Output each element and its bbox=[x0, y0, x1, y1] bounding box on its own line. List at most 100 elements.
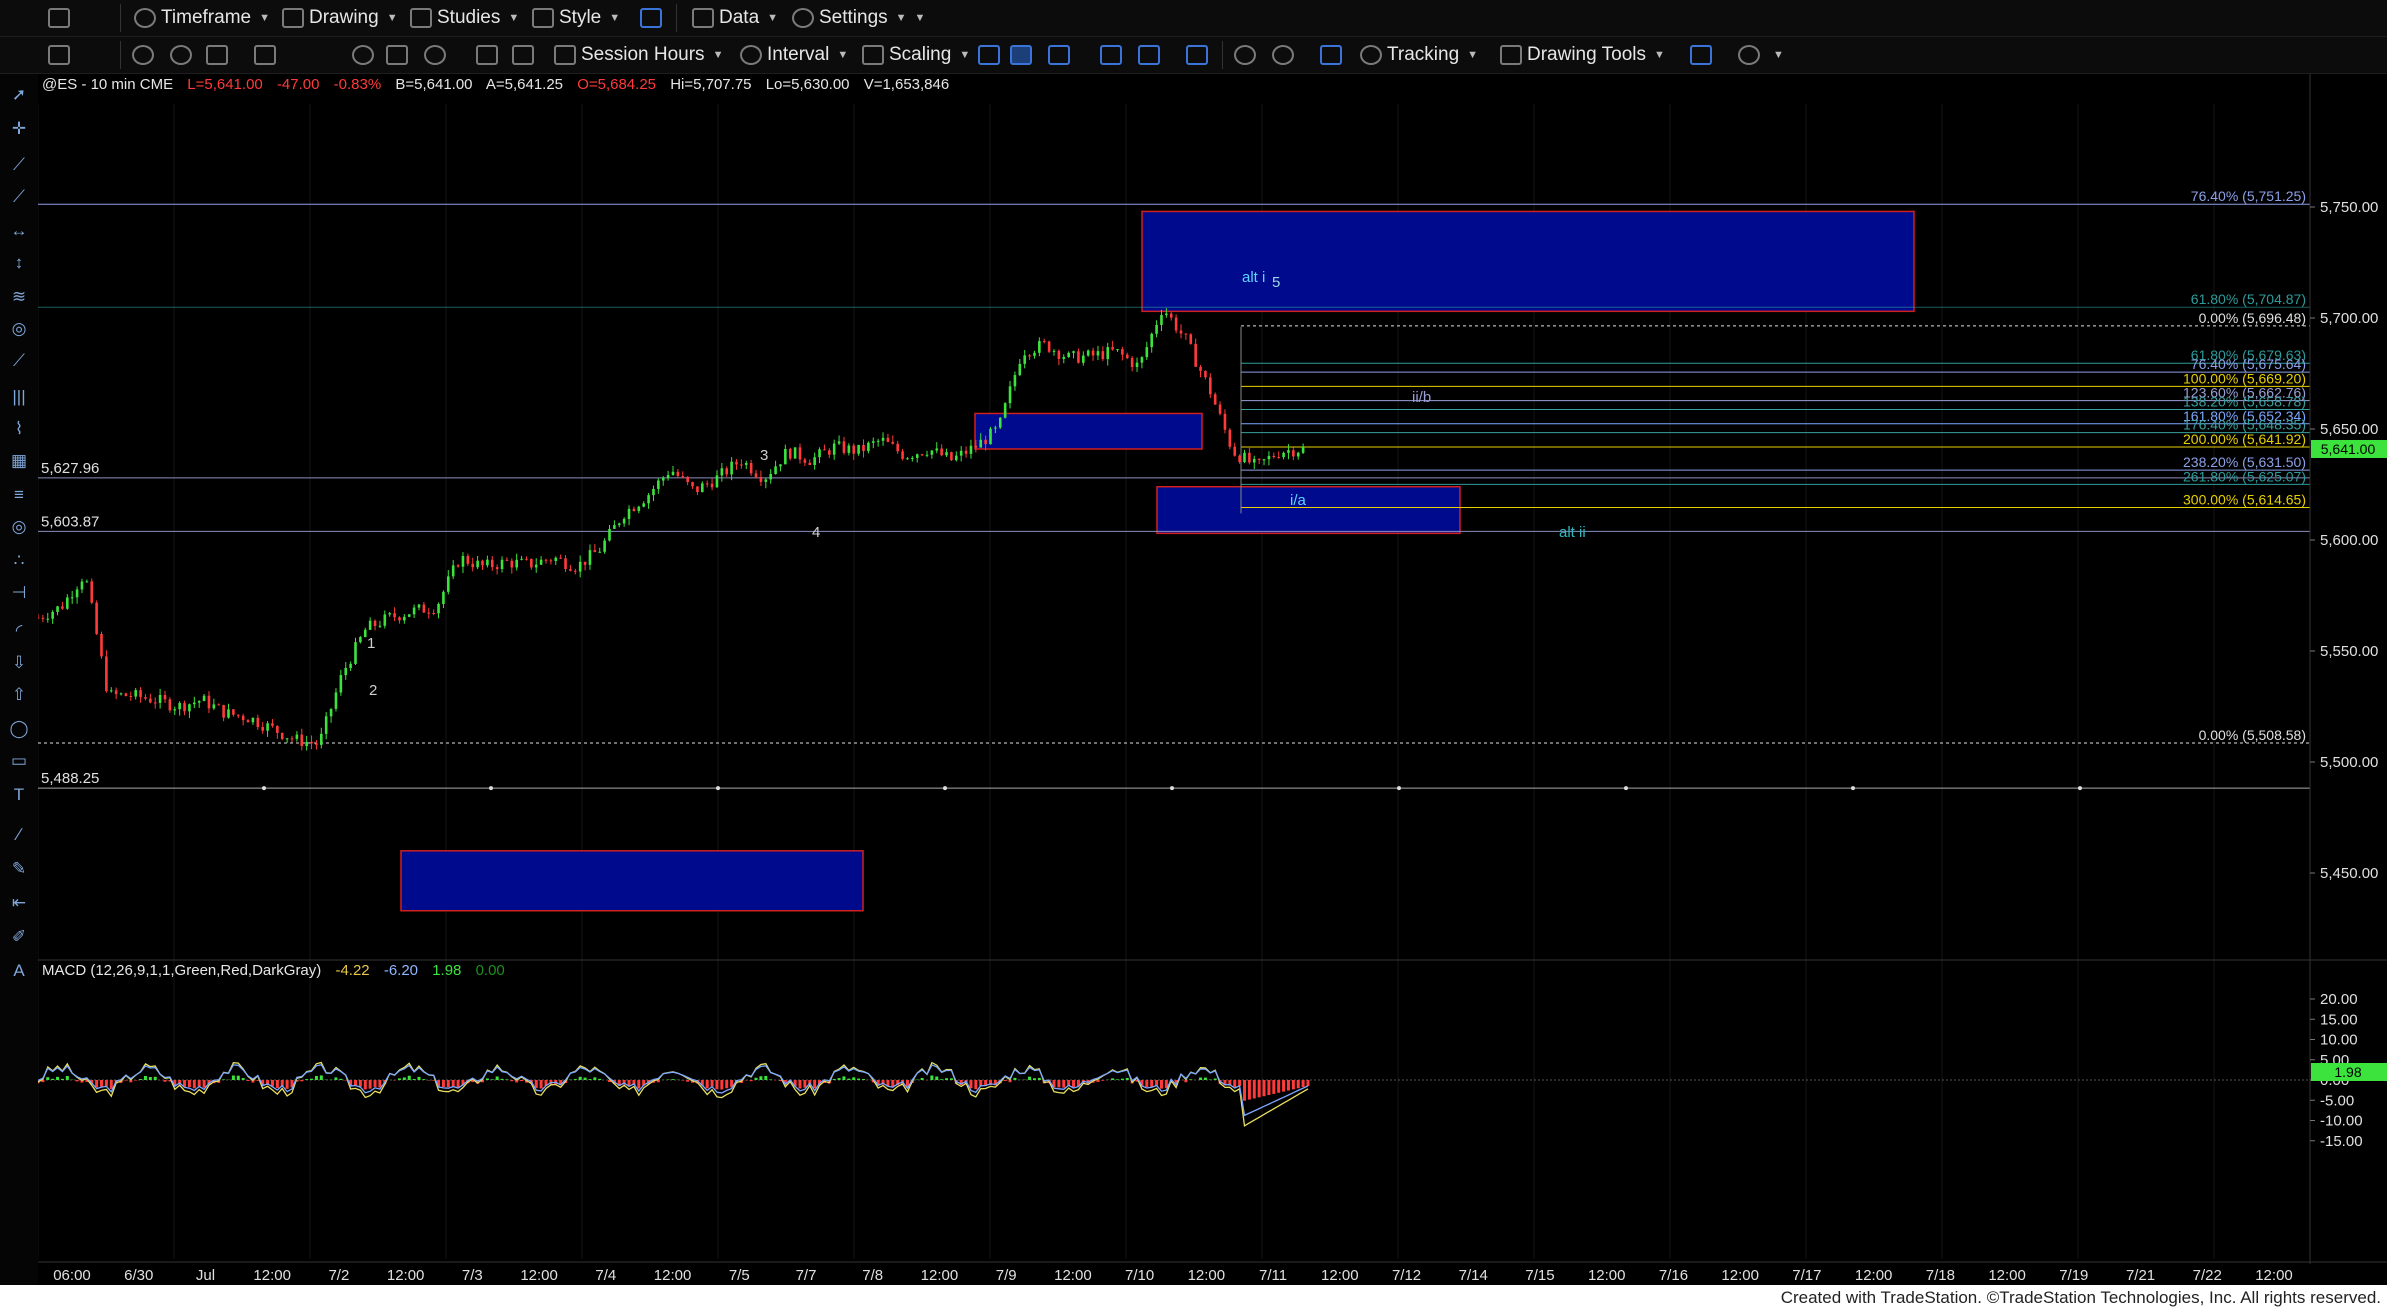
layout-toggle-button[interactable] bbox=[1186, 43, 1213, 67]
bar-chart-button[interactable] bbox=[978, 43, 1005, 67]
ray-icon[interactable]: ⟋ bbox=[8, 186, 30, 208]
candle-body bbox=[442, 591, 445, 604]
drawing-menu[interactable]: Drawing ▼ bbox=[282, 6, 398, 30]
arc-icon[interactable]: ◜ bbox=[8, 620, 30, 642]
interval-menu[interactable]: Interval ▼ bbox=[740, 43, 848, 67]
vertical-line-icon[interactable]: ↕ bbox=[8, 252, 30, 274]
current-price-label: 5,641.00 bbox=[2321, 441, 2376, 457]
tracking-menu[interactable]: Tracking ▼ bbox=[1360, 43, 1478, 67]
candle-body bbox=[251, 717, 255, 723]
macd-histogram-bar bbox=[681, 1080, 685, 1081]
erase-icon[interactable]: ✎ bbox=[8, 858, 30, 880]
rectangle-icon[interactable]: ▭ bbox=[8, 750, 30, 772]
macd-histogram-bar bbox=[1159, 1080, 1163, 1089]
session-hours-menu[interactable]: Session Hours ▼ bbox=[554, 43, 723, 67]
macd-avg-value: -6.20 bbox=[384, 962, 418, 979]
time-tick-label: 7/7 bbox=[796, 1267, 817, 1284]
macd-histogram-bar bbox=[163, 1080, 167, 1082]
hollow-candle-button[interactable] bbox=[1048, 43, 1075, 67]
indicator-button[interactable] bbox=[476, 43, 503, 67]
settings-label: Settings bbox=[819, 7, 888, 28]
data-menu[interactable]: Data ▼ bbox=[692, 6, 778, 30]
window-menu-button[interactable] bbox=[48, 6, 75, 30]
fib-extension-icon[interactable]: ⌇ bbox=[8, 418, 30, 440]
candle-body bbox=[759, 477, 763, 482]
andrews-icon[interactable]: ⊣ bbox=[8, 582, 30, 604]
speed-lines-icon[interactable]: ≡ bbox=[8, 484, 30, 506]
timeframe-menu[interactable]: Timeframe ▼ bbox=[134, 6, 270, 30]
arrow-down-icon[interactable]: ⇩ bbox=[8, 652, 30, 674]
candle-body bbox=[749, 462, 753, 474]
zoom-out-button[interactable] bbox=[1272, 43, 1299, 67]
time-tick-label: 7/21 bbox=[2126, 1267, 2155, 1284]
extend-icon[interactable]: ⇤ bbox=[8, 892, 30, 914]
text-icon[interactable]: T bbox=[8, 784, 30, 806]
horizontal-line-icon[interactable]: ↔ bbox=[8, 220, 30, 242]
price-tick-label: 5,650.00 bbox=[2320, 421, 2378, 438]
drawing-tools-menu[interactable]: Drawing Tools ▼ bbox=[1500, 43, 1665, 67]
candle-body bbox=[388, 613, 391, 615]
compress-button[interactable] bbox=[1100, 43, 1127, 67]
grid-button[interactable] bbox=[1320, 43, 1347, 67]
macd-histogram-bar bbox=[368, 1080, 372, 1089]
macd-histogram-bar bbox=[832, 1079, 836, 1080]
channel-icon[interactable]: ≋ bbox=[8, 286, 30, 308]
candle-body bbox=[603, 540, 606, 552]
candle-body bbox=[847, 445, 851, 453]
tracking-icon bbox=[1360, 45, 1382, 65]
tracking-label: Tracking bbox=[1387, 44, 1460, 65]
pen-icon[interactable]: ∕ bbox=[8, 824, 30, 846]
cycle-icon[interactable]: ◎ bbox=[8, 318, 30, 340]
pointer-icon[interactable]: ➚ bbox=[8, 84, 30, 106]
candle-body bbox=[378, 625, 382, 627]
style-menu[interactable]: Style ▼ bbox=[532, 6, 620, 30]
search-button[interactable] bbox=[424, 43, 451, 67]
new-chart-button[interactable] bbox=[48, 43, 75, 67]
print-button[interactable] bbox=[254, 43, 281, 67]
highlighter-icon[interactable]: ✐ bbox=[8, 926, 30, 948]
comment-button[interactable]: ▼ bbox=[1738, 43, 1784, 67]
expand-button[interactable] bbox=[1138, 43, 1165, 67]
candle-body bbox=[871, 441, 875, 443]
macd-histogram-bar bbox=[300, 1080, 304, 1082]
settings-menu[interactable]: Settings ▼ ▼ bbox=[792, 6, 925, 30]
price-chart[interactable]: 5,627.96 5,603.87 5,488.25 76.40% (5,751.2… bbox=[38, 74, 2387, 1285]
candle-body bbox=[554, 557, 558, 562]
studies-menu[interactable]: Studies ▼ bbox=[410, 6, 519, 30]
link-button[interactable] bbox=[170, 43, 197, 67]
format-button[interactable] bbox=[512, 43, 539, 67]
candle-body bbox=[705, 483, 709, 485]
fib-grid-icon[interactable]: ▦ bbox=[8, 450, 30, 472]
fib-icon[interactable]: ⟋ bbox=[8, 350, 30, 372]
candle-body bbox=[1052, 350, 1056, 352]
candle-body bbox=[163, 695, 167, 700]
symbol-link-button[interactable] bbox=[352, 43, 379, 67]
candle-body bbox=[915, 454, 919, 458]
ellipse-icon[interactable]: ◯ bbox=[8, 718, 30, 740]
trendline-icon[interactable]: ⟋ bbox=[8, 154, 30, 176]
scaling-menu[interactable]: Scaling ▼ bbox=[862, 43, 970, 67]
fib-circle-icon[interactable]: ◎ bbox=[8, 516, 30, 538]
refresh-button[interactable] bbox=[132, 43, 159, 67]
export-icon bbox=[1690, 45, 1712, 65]
export-button[interactable] bbox=[1690, 43, 1717, 67]
arrow-up-icon[interactable]: ⇧ bbox=[8, 684, 30, 706]
candlestick-button[interactable] bbox=[1010, 43, 1037, 67]
candle-body bbox=[232, 709, 235, 715]
annotation-icon[interactable]: A bbox=[8, 960, 30, 982]
candle-body bbox=[153, 702, 157, 704]
gann-icon[interactable]: ||| bbox=[8, 386, 30, 408]
macd-histogram-bar bbox=[920, 1077, 924, 1080]
crosshair-icon[interactable]: ✛ bbox=[8, 118, 30, 140]
candle-body bbox=[505, 559, 509, 561]
candle-body bbox=[124, 693, 128, 697]
zoom-in-button[interactable] bbox=[1234, 43, 1261, 67]
pattern-icon[interactable]: ∴ bbox=[8, 550, 30, 572]
time-tick-label: 12:00 bbox=[520, 1267, 558, 1284]
macd-histogram-bar bbox=[803, 1080, 807, 1088]
macd-histogram-bar bbox=[139, 1079, 143, 1080]
template-button[interactable] bbox=[206, 43, 233, 67]
save-button[interactable] bbox=[386, 43, 413, 67]
layout-button[interactable] bbox=[640, 6, 667, 30]
macd-histogram-bar bbox=[1267, 1080, 1271, 1096]
